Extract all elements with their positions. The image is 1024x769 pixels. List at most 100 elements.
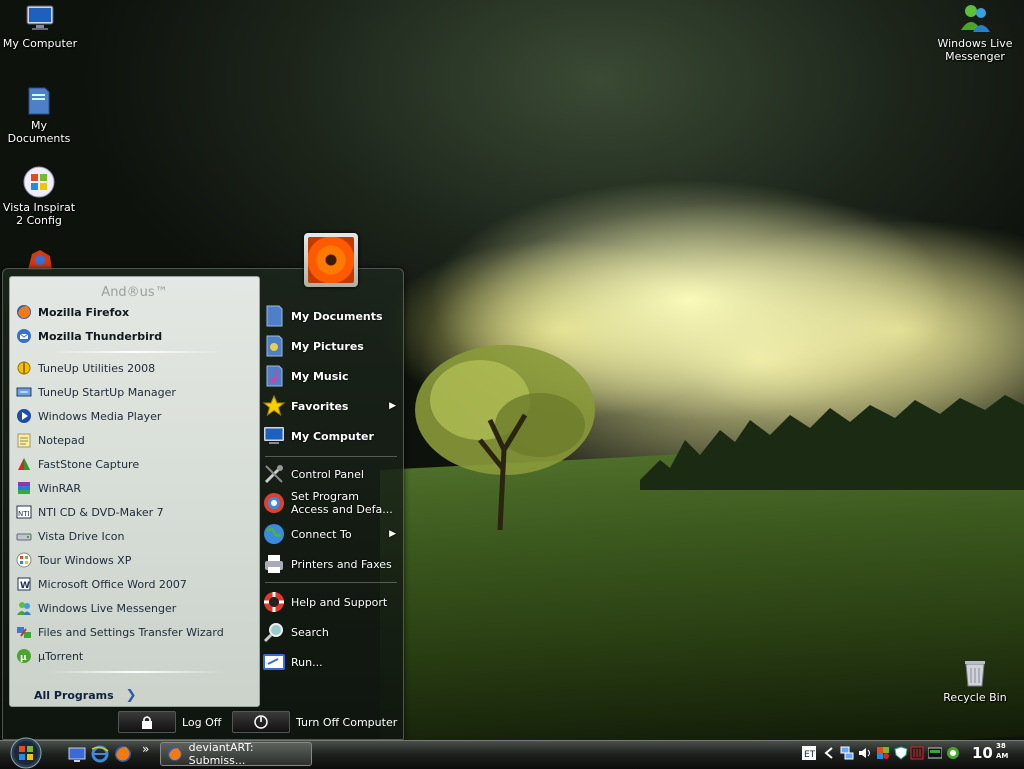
set-program-line1: Set Program [291,490,359,503]
start-menu-programs-pane: And®us™ Mozilla Firefox Mozilla Thunderb… [9,276,260,707]
desktop-icon-vista-inspirat[interactable]: Vista Inspirat 2 Config [0,166,81,227]
program-files-settings-transfer-wizard[interactable]: Files and Settings Transfer Wizard [16,621,252,643]
taskbar-button-deviantart[interactable]: deviantART: Submiss... [160,741,312,767]
treeline [640,395,1024,490]
program-faststone-capture[interactable]: FastStone Capture [16,453,252,475]
chevron-right-icon: ❯ [125,688,137,703]
notepad-icon [17,433,31,448]
utorrent-tray-icon[interactable] [946,746,960,760]
user-name: And®us™ [101,285,168,300]
place-control-panel[interactable]: Control Panel [262,462,402,486]
quicklaunch-more-button[interactable]: » [142,742,149,756]
security-center-icon[interactable] [876,746,890,760]
tuneup-icon [17,361,31,375]
desktop-icon-recycle-bin[interactable]: Recycle Bin [933,656,1017,704]
program-notepad[interactable]: Notepad [16,429,252,451]
log-off-button[interactable]: Log Off [118,711,221,733]
menu-item-label: NTI CD & DVD-Maker 7 [38,505,164,519]
turn-off-label: Turn Off Computer [296,715,398,729]
separator [265,582,397,583]
folder-documents-icon [28,87,50,115]
program-tuneup-startup-manager[interactable]: TuneUp StartUp Manager [16,381,252,403]
desktop-icon-my-documents[interactable]: My Documents [0,84,81,145]
pictures-icon [266,335,283,357]
printer-icon [265,555,283,573]
place-label: Set Program Access and Defa... [291,490,393,516]
show-desktop-icon[interactable] [68,745,86,763]
menu-item-label: Notepad [38,433,85,447]
start-menu: And®us™ Mozilla Firefox Mozilla Thunderb… [2,268,404,740]
all-programs-button[interactable]: All Programs ❯ [34,688,137,703]
desktop-icon-label: Recycle Bin [943,691,1007,704]
set-program-line2: Access and Defa... [291,503,393,516]
place-label: Printers and Faxes [291,557,392,571]
place-connect-to[interactable]: Connect To ▶ [262,522,402,546]
control-panel-icon [264,465,283,484]
place-label: Control Panel [291,467,364,481]
desktop-icon-windows-live-messenger[interactable]: Windows Live Messenger [933,2,1017,63]
place-my-music[interactable]: My Music [262,364,402,388]
separator [50,351,222,353]
messenger-icon [17,602,31,615]
place-run[interactable]: Run... [262,650,402,674]
language-bar-icon[interactable]: ET [802,746,816,760]
program-nti-cd-dvd-maker[interactable]: NTI NTI CD & DVD-Maker 7 [16,501,252,523]
place-label: Search [291,625,329,639]
program-winrar[interactable]: WinRAR [16,477,252,499]
place-favorites[interactable]: Favorites ▶ [262,394,402,418]
nti-icon: NTI [16,505,32,519]
music-icon [266,365,283,387]
documents-icon [266,305,283,327]
lifebuoy-icon [264,592,284,612]
place-my-pictures[interactable]: My Pictures [262,334,402,358]
drive-icon [16,533,32,541]
pinned-mozilla-firefox[interactable]: Mozilla Firefox [16,301,252,323]
program-vista-drive-icon[interactable]: Vista Drive Icon [16,525,252,547]
place-label: My Music [291,369,349,383]
winrar-icon [18,482,30,494]
place-my-computer[interactable]: My Computer [262,424,402,448]
place-label: My Pictures [291,339,364,353]
menu-item-label: Tour Windows XP [38,553,132,567]
turn-off-computer-button[interactable]: Turn Off Computer [232,711,398,733]
place-set-program-access[interactable]: Set Program Access and Defa... [262,490,402,516]
taskbar-button-label: deviantART: Submiss... [188,741,254,767]
program-microsoft-office-word[interactable]: W Microsoft Office Word 2007 [16,573,252,595]
separator [50,671,222,673]
place-help-support[interactable]: Help and Support [262,590,402,614]
hardware-monitor-icon[interactable] [928,746,942,760]
menu-item-label: WinRAR [38,481,82,495]
submenu-arrow-icon: ▶ [389,529,396,539]
menu-item-label: Files and Settings Transfer Wizard [38,625,224,639]
firefox-quicklaunch-icon[interactable] [114,745,132,763]
antivirus-icon[interactable] [910,746,924,760]
place-my-documents[interactable]: My Documents [262,304,402,328]
pinned-mozilla-thunderbird[interactable]: Mozilla Thunderbird [16,325,252,347]
user-picture[interactable] [304,233,358,287]
desktop-icon-label: Vista Inspirat 2 Config [2,201,76,227]
start-button[interactable] [6,735,46,769]
taskbar-clock[interactable]: 10 38 AM [972,742,1008,764]
menu-item-label: Vista Drive Icon [38,529,125,543]
place-printers-faxes[interactable]: Printers and Faxes [262,552,402,576]
media-player-icon [17,409,31,423]
program-windows-live-messenger[interactable]: Windows Live Messenger [16,597,252,619]
word-icon: W [17,577,31,591]
volume-icon[interactable] [858,746,872,760]
network-icon[interactable] [840,746,854,760]
menu-item-label: TuneUp Utilities 2008 [38,361,156,375]
menu-item-label: Windows Media Player [38,409,162,423]
power-icon [232,711,290,733]
submenu-arrow-icon: ▶ [389,401,396,411]
place-search[interactable]: Search [262,620,402,644]
shield-icon[interactable] [894,746,908,760]
flower-user-image [308,237,354,283]
internet-explorer-icon[interactable] [91,745,109,763]
program-tour-windows-xp[interactable]: Tour Windows XP [16,549,252,571]
program-tuneup-utilities[interactable]: TuneUp Utilities 2008 [16,357,252,379]
program-utorrent[interactable]: µ µTorrent [16,645,252,667]
clock-hours: 10 [972,744,993,762]
show-hidden-icons-chevron[interactable] [822,746,836,760]
program-windows-media-player[interactable]: Windows Media Player [16,405,252,427]
desktop-icon-my-computer[interactable]: My Computer [0,2,82,50]
